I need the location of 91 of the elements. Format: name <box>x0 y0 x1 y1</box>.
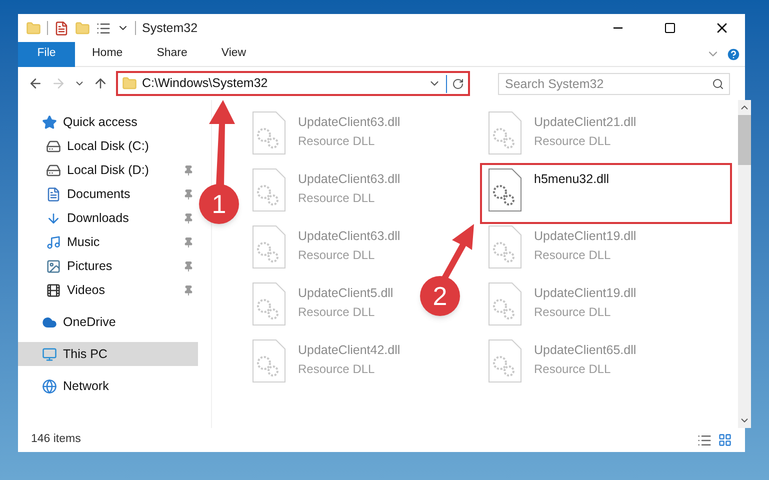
refresh-icon[interactable] <box>452 78 464 90</box>
file-icon <box>252 111 286 155</box>
file-type: Resource DLL <box>534 132 612 150</box>
ribbon-tab[interactable]: File <box>18 42 75 66</box>
large-icons-view-icon[interactable] <box>718 433 732 447</box>
download-icon <box>46 210 61 226</box>
file-type: Resource DLL <box>534 360 612 378</box>
file-icon <box>488 168 522 212</box>
scrollbar-thumb[interactable] <box>738 115 751 165</box>
film-icon <box>46 282 61 298</box>
document-icon <box>46 186 61 202</box>
star-icon <box>42 114 57 130</box>
sidebar-label: This PC <box>63 346 108 363</box>
sidebar-item[interactable]: Local Disk (D:) <box>18 158 198 182</box>
file-name: UpdateClient21.dll <box>534 114 636 131</box>
file-type: Resource DLL <box>298 360 376 378</box>
ribbon-tab[interactable]: View <box>204 42 264 66</box>
sidebar-item[interactable]: Documents <box>18 182 198 206</box>
item-count: 146 items <box>31 432 82 448</box>
search-field[interactable]: Search System32 <box>498 72 730 94</box>
picture-icon <box>46 258 61 274</box>
file-icon <box>488 225 522 269</box>
sidebar-item[interactable]: Videos <box>18 278 198 302</box>
maximize-icon <box>664 22 676 34</box>
file-name: UpdateClient42.dll <box>298 342 400 359</box>
sidebar-label: Network <box>63 378 110 395</box>
file-type: Resource DLL <box>298 246 376 264</box>
music-note-icon <box>46 234 61 250</box>
ribbon-tab[interactable]: Share <box>140 42 204 66</box>
file-icon <box>252 282 286 326</box>
ribbon-tab[interactable]: Home <box>75 42 140 66</box>
file-type: Resource DLL <box>298 132 376 150</box>
sidebar-item[interactable]: Quick access <box>18 110 198 134</box>
sidebar-label: Local Disk (C:) <box>67 138 150 155</box>
details-view-icon[interactable] <box>697 432 712 448</box>
file-icon <box>488 282 522 326</box>
sidebar-label: Music <box>67 234 101 251</box>
file-type: Resource DLL <box>298 190 376 207</box>
sidebar-label: Pictures <box>67 258 114 275</box>
sidebar-item[interactable]: Network <box>18 374 198 398</box>
file-name: UpdateClient19.dll <box>534 285 636 302</box>
help-icon[interactable] <box>726 46 741 62</box>
pin-icon[interactable] <box>183 212 194 224</box>
scrollbar[interactable] <box>738 100 751 428</box>
sidebar-item[interactable]: This PC <box>18 342 198 366</box>
file-icon <box>252 339 286 383</box>
file-name: UpdateClient5.dll <box>298 285 394 302</box>
monitor-icon <box>42 346 57 362</box>
file-icon <box>252 168 286 212</box>
pin-icon[interactable] <box>183 188 194 200</box>
back-icon[interactable] <box>28 76 43 91</box>
address-path: C:\Windows\System32 <box>142 75 269 92</box>
customize-icon[interactable] <box>96 20 111 36</box>
sidebar-label: Downloads <box>67 210 130 227</box>
sidebar-item[interactable]: OneDrive <box>18 310 198 334</box>
file-item[interactable]: h5menu32.dll <box>482 165 730 222</box>
sidebar-label: Local Disk (D:) <box>67 162 150 179</box>
file-name: UpdateClient63.dll <box>298 228 400 245</box>
search-icon <box>712 78 724 90</box>
file-name: UpdateClient63.dll <box>298 114 400 131</box>
pin-icon[interactable] <box>183 284 194 296</box>
file-name: h5menu32.dll <box>534 171 610 188</box>
sidebar-item[interactable]: Pictures <box>18 254 198 278</box>
file-name: UpdateClient19.dll <box>534 228 636 245</box>
file-icon <box>252 225 286 269</box>
sidebar-item[interactable]: Music <box>18 230 198 254</box>
window-title: System32 <box>142 20 199 37</box>
file-icon <box>488 111 522 155</box>
file-type: Resource DLL <box>534 246 612 264</box>
file-type: Resource DLL <box>298 304 376 321</box>
pin-icon[interactable] <box>183 236 194 248</box>
address-bar[interactable]: C:\Windows\System32 <box>116 71 470 96</box>
folder-icon <box>122 76 137 91</box>
sidebar-label: Documents <box>67 186 132 203</box>
up-icon[interactable] <box>93 76 108 91</box>
drive-icon <box>46 138 61 154</box>
network-icon <box>42 378 57 394</box>
file-name: UpdateClient63.dll <box>298 171 400 188</box>
file-name: UpdateClient65.dll <box>534 342 636 359</box>
sidebar-label: Quick access <box>63 114 138 131</box>
sidebar-item[interactable]: Local Disk (C:) <box>18 134 198 158</box>
sidebar-item[interactable]: Downloads <box>18 206 198 230</box>
file-type: Resource DLL <box>534 304 612 321</box>
properties-icon[interactable] <box>54 20 69 36</box>
sidebar-label: Videos <box>67 282 106 299</box>
drive-icon <box>46 162 61 178</box>
sidebar-label: OneDrive <box>63 314 117 331</box>
file-icon <box>488 339 522 383</box>
pin-icon[interactable] <box>183 164 194 176</box>
cloud-icon <box>42 314 57 330</box>
pin-icon[interactable] <box>183 260 194 272</box>
